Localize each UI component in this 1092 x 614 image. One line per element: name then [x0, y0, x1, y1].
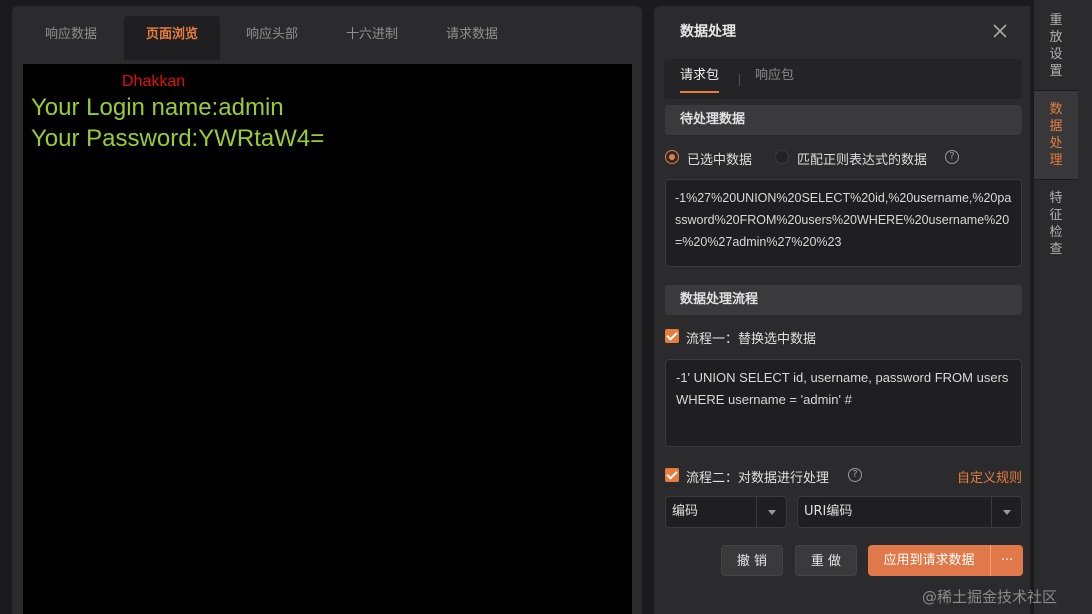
tab-page-browse[interactable]: 页面浏览	[124, 16, 221, 60]
side-tab-data-processing-label: 数据处理	[1049, 102, 1063, 168]
tab-request-data[interactable]: 请求数据	[424, 16, 520, 60]
tab-response-headers[interactable]: 响应头部	[224, 16, 320, 60]
process-type-value: 编码	[672, 504, 699, 519]
radio-selected-data[interactable]	[665, 150, 679, 164]
side-tab-data-processing[interactable]: 数据处理	[1034, 91, 1078, 179]
process-method-caret[interactable]	[991, 497, 1021, 527]
side-tab-feature-check[interactable]: 特征检查	[1034, 190, 1078, 260]
tab-response-data[interactable]: 响应数据	[23, 16, 119, 60]
radio-regex-data[interactable]	[775, 150, 789, 164]
step1-row: 流程一：替换选中数据	[665, 326, 1022, 348]
close-icon[interactable]	[990, 21, 1010, 41]
process-type-caret[interactable]	[756, 497, 786, 527]
custom-rule-link[interactable]: 自定义规则	[957, 467, 1022, 486]
chevron-down-icon	[1003, 510, 1011, 515]
page-preview: Dhakkan Your Login name:admin Your Passw…	[23, 64, 632, 614]
pending-data-header: 待处理数据	[665, 105, 1022, 135]
subtab-response-packet[interactable]: 响应包	[755, 59, 794, 99]
subtab-divider	[739, 74, 740, 86]
side-tab-replay-settings-label: 重放设置	[1049, 13, 1063, 79]
radio-regex-data-label[interactable]: 匹配正则表达式的数据	[797, 149, 927, 168]
step2-label: 流程二：对数据进行处理	[686, 471, 830, 486]
radio-selected-data-label[interactable]: 已选中数据	[687, 149, 752, 168]
login-name-text: Your Login name:admin	[31, 94, 284, 121]
process-method-value: URI编码	[804, 504, 853, 519]
tab-hex[interactable]: 十六进制	[324, 16, 420, 60]
chevron-down-icon	[768, 510, 776, 515]
packet-subtabs: 请求包 响应包	[664, 59, 1022, 99]
more-actions-button[interactable]: ···	[990, 545, 1023, 576]
step2-help-icon[interactable]: ?	[848, 468, 862, 482]
step1-replacement-textbox[interactable]: -1' UNION SELECT id, username, password …	[665, 359, 1022, 447]
side-tab-feature-check-label: 特征检查	[1049, 191, 1063, 257]
response-panel: 响应数据 页面浏览 响应头部 十六进制 请求数据 Dhakkan Your Lo…	[12, 6, 642, 614]
subtab-request-packet[interactable]: 请求包	[680, 59, 720, 99]
data-processing-panel: 数据处理 请求包 响应包 待处理数据 已选中数据 匹配正则表达式的数据 ? -1…	[654, 6, 1030, 614]
side-tab-replay-settings[interactable]: 重放设置	[1034, 12, 1078, 82]
side-tab-bar: 重放设置 数据处理 特征检查	[1033, 0, 1092, 614]
undo-button[interactable]: 撤 销	[721, 545, 783, 576]
apply-to-request-button[interactable]: 应用到请求数据	[868, 545, 990, 576]
panel-title: 数据处理	[680, 24, 736, 40]
step2-checkbox[interactable]	[665, 468, 679, 482]
pending-data-textbox[interactable]: -1%27%20UNION%20SELECT%20id,%20username,…	[665, 179, 1022, 267]
step2-row: 流程二：对数据进行处理 ? 自定义规则	[665, 465, 1022, 487]
process-type-select[interactable]: 编码	[665, 496, 787, 528]
side-tab-divider	[1034, 179, 1078, 180]
response-tabbar: 响应数据 页面浏览 响应头部 十六进制 请求数据	[12, 6, 642, 62]
watermark: @稀土掘金技术社区	[922, 588, 1058, 606]
process-flow-header: 数据处理流程	[665, 285, 1022, 315]
process-method-select[interactable]: URI编码	[797, 496, 1022, 528]
password-text: Your Password:YWRtaW4=	[31, 125, 325, 152]
step1-label: 流程一：替换选中数据	[686, 332, 817, 347]
regex-help-icon[interactable]: ?	[945, 150, 959, 164]
step1-checkbox[interactable]	[665, 329, 679, 343]
author-text: Dhakkan	[122, 73, 186, 90]
redo-button[interactable]: 重 做	[795, 545, 857, 576]
